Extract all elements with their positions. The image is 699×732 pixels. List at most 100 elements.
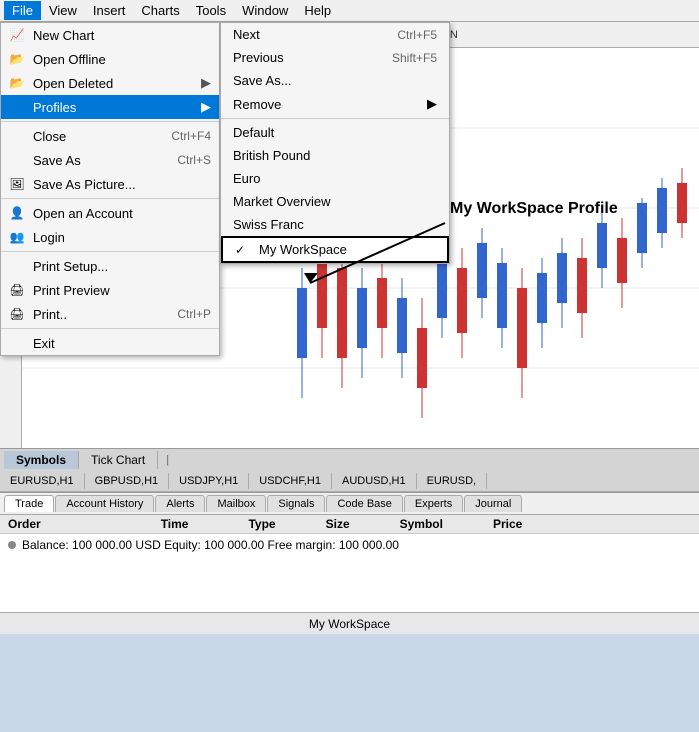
terminal-tab-experts[interactable]: Experts [404, 495, 463, 512]
profile-previous-shortcut: Shift+F5 [392, 51, 437, 65]
profile-market-overview-label: Market Overview [233, 194, 331, 209]
profile-british-pound[interactable]: British Pound [221, 144, 449, 167]
profile-euro[interactable]: Euro [221, 167, 449, 190]
terminal-tab-account-history[interactable]: Account History [55, 495, 154, 512]
print-preview-icon: 🖨 [9, 282, 25, 298]
profile-my-workspace-label: My WorkSpace [259, 242, 347, 257]
chart-tab-symbols[interactable]: Symbols [4, 451, 79, 469]
profile-default-label: Default [233, 125, 274, 140]
chart-tab-eurusd-h1[interactable]: EURUSD,H1 [0, 473, 85, 489]
menu-open-offline-label: Open Offline [33, 52, 106, 67]
col-size: Size [326, 517, 350, 531]
terminal-tab-trade[interactable]: Trade [4, 495, 54, 512]
menu-print-preview[interactable]: 🖨 Print Preview [1, 278, 219, 302]
menu-print-shortcut: Ctrl+P [177, 307, 211, 321]
menu-profiles-label: Profiles [33, 100, 76, 115]
col-order: Order [8, 517, 41, 531]
print-icon: 🖨 [9, 306, 25, 322]
menu-save-as-picture[interactable]: 🖼 Save As Picture... [1, 172, 219, 196]
status-workspace: My WorkSpace [309, 617, 390, 631]
menu-separator-1 [1, 121, 219, 122]
terminal-tab-codebase[interactable]: Code Base [326, 495, 402, 512]
workspace-checkmark: ✓ [235, 243, 251, 257]
open-deleted-icon: 📂 [9, 75, 25, 91]
chart-tab-separator: | [166, 454, 169, 466]
terminal-panel: Trade Account History Alerts Mailbox Sig… [0, 492, 699, 612]
menubar-charts[interactable]: Charts [133, 1, 187, 20]
balance-dot [8, 541, 16, 549]
menubar-view[interactable]: View [41, 1, 85, 20]
menu-save-as-label: Save As [33, 153, 81, 168]
chart-tab-audusd-h1[interactable]: AUDUSD,H1 [332, 473, 417, 489]
close-icon [9, 128, 25, 144]
menu-close[interactable]: Close Ctrl+F4 [1, 124, 219, 148]
chart-tab-usdjpy-h1[interactable]: USDJPY,H1 [169, 473, 249, 489]
profile-save-as-label: Save As... [233, 73, 292, 88]
profiles-icon [9, 99, 25, 115]
col-type: Type [248, 517, 275, 531]
terminal-header-row: Order Time Type Size Symbol Price [0, 515, 699, 534]
profile-british-pound-label: British Pound [233, 148, 310, 163]
chart-tabs-bar: EURUSD,H1 GBPUSD,H1 USDJPY,H1 USDCHF,H1 … [0, 470, 699, 492]
menu-print-label: Print.. [33, 307, 67, 322]
menubar-tools[interactable]: Tools [188, 1, 234, 20]
profile-save-as[interactable]: Save As... [221, 69, 449, 92]
profile-separator-1 [221, 118, 449, 119]
profile-euro-label: Euro [233, 171, 260, 186]
menu-open-account-label: Open an Account [33, 206, 133, 221]
menu-print[interactable]: 🖨 Print.. Ctrl+P [1, 302, 219, 326]
menu-new-chart-label: New Chart [33, 28, 94, 43]
menubar: File View Insert Charts Tools Window Hel… [0, 0, 699, 22]
save-as-icon [9, 152, 25, 168]
file-menu: 📈 New Chart 📂 Open Offline 📂 Open Delete… [0, 22, 220, 356]
menu-open-deleted[interactable]: 📂 Open Deleted ▶ [1, 71, 219, 95]
profile-remove[interactable]: Remove ▶ [221, 92, 449, 116]
menu-print-setup[interactable]: Print Setup... [1, 254, 219, 278]
open-deleted-arrow: ▶ [201, 75, 211, 91]
exit-icon [9, 335, 25, 351]
chart-tab-tick[interactable]: Tick Chart [79, 451, 158, 469]
profile-market-overview[interactable]: Market Overview [221, 190, 449, 213]
menu-login-label: Login [33, 230, 65, 245]
terminal-tab-alerts[interactable]: Alerts [155, 495, 205, 512]
menu-save-as[interactable]: Save As Ctrl+S [1, 148, 219, 172]
balance-row: Balance: 100 000.00 USD Equity: 100 000.… [0, 534, 699, 556]
profile-previous[interactable]: Previous Shift+F5 [221, 46, 449, 69]
chart-tab-eurusd-h1-2[interactable]: EURUSD, [417, 473, 488, 489]
profile-next[interactable]: Next Ctrl+F5 [221, 23, 449, 46]
statusbar: My WorkSpace [0, 612, 699, 634]
profile-my-workspace[interactable]: ✓ My WorkSpace [221, 236, 449, 263]
save-picture-icon: 🖼 [9, 176, 25, 192]
menu-login[interactable]: 👥 Login [1, 225, 219, 249]
login-icon: 👥 [9, 229, 25, 245]
terminal-tab-journal[interactable]: Journal [464, 495, 522, 512]
menubar-file[interactable]: File [4, 1, 41, 20]
terminal-tab-signals[interactable]: Signals [267, 495, 325, 512]
menu-exit-label: Exit [33, 336, 55, 351]
profiles-submenu: Next Ctrl+F5 Previous Shift+F5 Save As..… [220, 22, 450, 264]
menu-save-picture-label: Save As Picture... [33, 177, 136, 192]
menu-open-offline[interactable]: 📂 Open Offline [1, 47, 219, 71]
menu-open-deleted-label: Open Deleted [33, 76, 113, 91]
profile-default[interactable]: Default [221, 121, 449, 144]
menu-new-chart[interactable]: 📈 New Chart [1, 23, 219, 47]
terminal-tab-mailbox[interactable]: Mailbox [206, 495, 266, 512]
chart-tab-usdchf-h1[interactable]: USDCHF,H1 [249, 473, 332, 489]
menubar-help[interactable]: Help [296, 1, 339, 20]
new-chart-icon: 📈 [9, 27, 25, 43]
menu-exit[interactable]: Exit [1, 331, 219, 355]
profile-remove-label: Remove [233, 97, 281, 112]
chart-tab-gbpusd-h1[interactable]: GBPUSD,H1 [85, 473, 170, 489]
terminal-tabs: Trade Account History Alerts Mailbox Sig… [0, 493, 699, 515]
open-account-icon: 👤 [9, 205, 25, 221]
profile-swiss-franc[interactable]: Swiss Franc [221, 213, 449, 236]
menu-separator-4 [1, 328, 219, 329]
profile-next-shortcut: Ctrl+F5 [397, 28, 437, 42]
menubar-insert[interactable]: Insert [85, 1, 134, 20]
profile-remove-arrow: ▶ [427, 96, 437, 112]
menu-print-setup-label: Print Setup... [33, 259, 108, 274]
menu-profiles[interactable]: Profiles ▶ [1, 95, 219, 119]
menubar-window[interactable]: Window [234, 1, 296, 20]
menu-open-account[interactable]: 👤 Open an Account [1, 201, 219, 225]
profile-swiss-franc-label: Swiss Franc [233, 217, 304, 232]
